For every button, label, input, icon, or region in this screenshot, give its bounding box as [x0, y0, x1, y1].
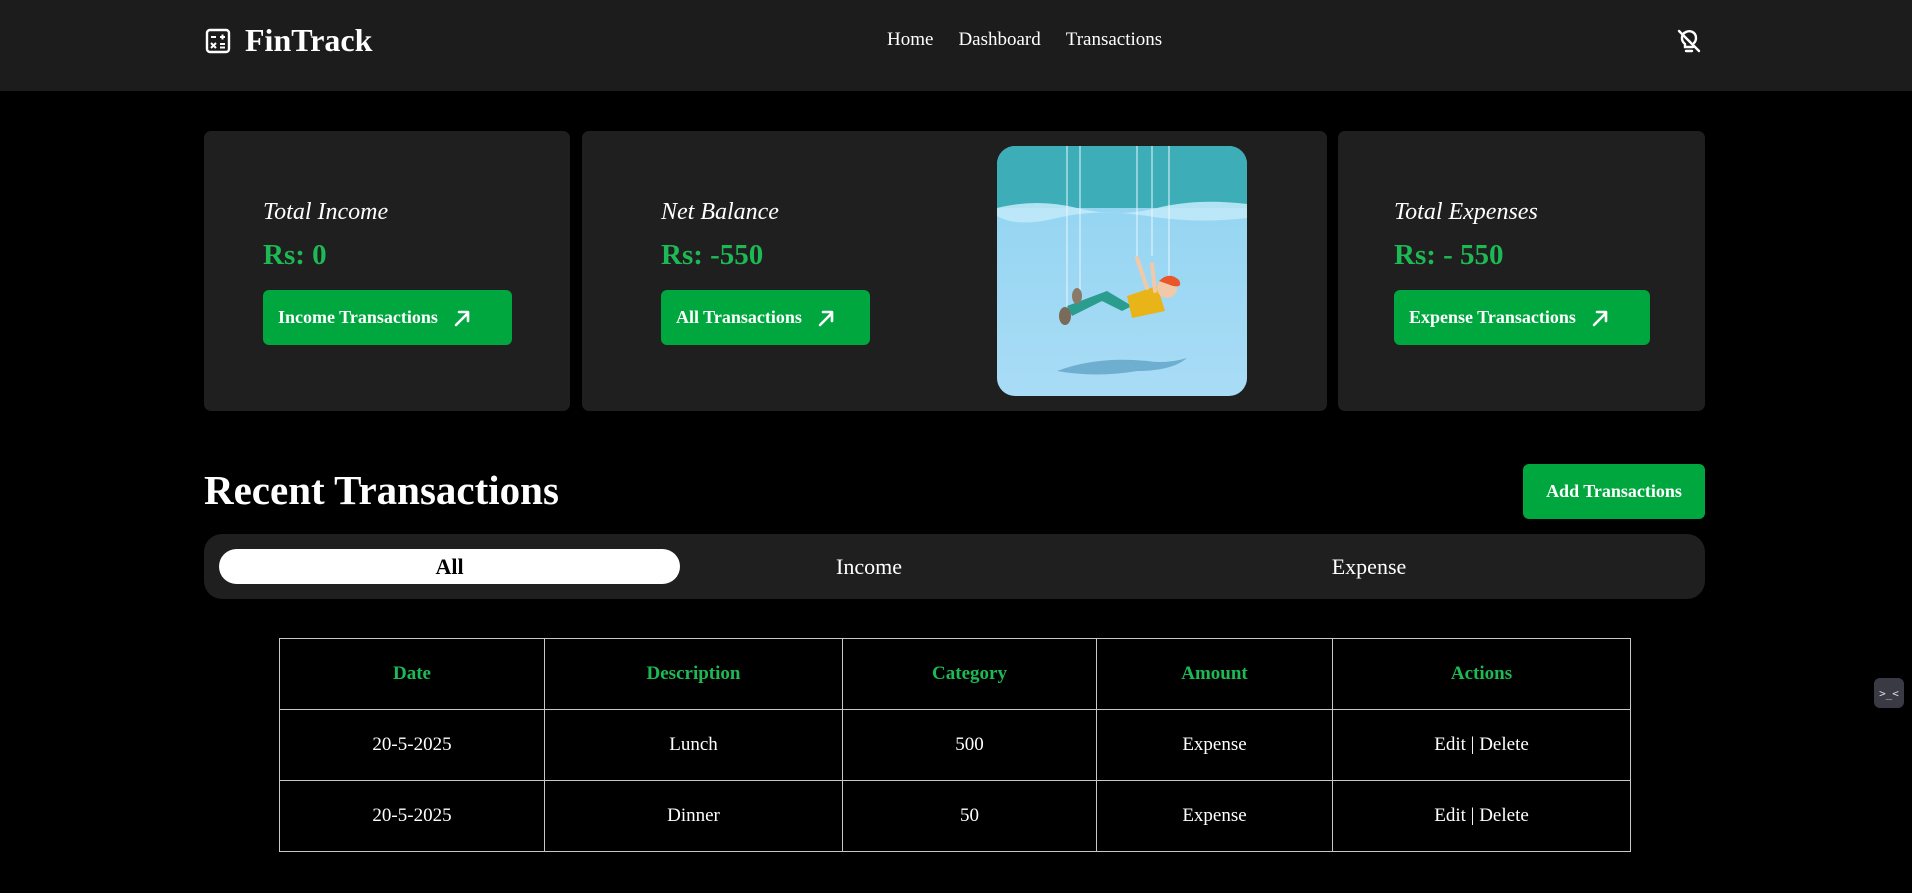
- tab-expense[interactable]: Expense: [1244, 549, 1494, 584]
- edit-link[interactable]: Edit: [1434, 805, 1466, 826]
- column-header-description: Description: [544, 638, 843, 710]
- arrow-up-right-icon: [1592, 310, 1608, 326]
- cell-amount: Expense: [1096, 780, 1333, 852]
- column-header-date: Date: [279, 638, 545, 710]
- person-falling-underwater-illustration: [997, 146, 1247, 396]
- column-header-actions: Actions: [1332, 638, 1631, 710]
- cell-description: Dinner: [544, 780, 843, 852]
- tab-all[interactable]: All: [219, 549, 680, 584]
- tab-income[interactable]: Income: [749, 549, 989, 584]
- all-transactions-button[interactable]: All Transactions: [661, 290, 870, 345]
- table-row: 20-5-2025 Lunch 500 Expense Edit | Delet…: [279, 709, 1631, 781]
- edit-link[interactable]: Edit: [1434, 734, 1466, 755]
- nav-links: Home Dashboard Transactions: [887, 29, 1162, 51]
- cell-category: 50: [842, 780, 1097, 852]
- cell-date: 20-5-2025: [279, 780, 545, 852]
- calculator-icon: [205, 28, 231, 53]
- expense-transactions-button[interactable]: Expense Transactions: [1394, 290, 1650, 345]
- cell-actions: Edit | Delete: [1332, 709, 1631, 781]
- action-separator: |: [1470, 734, 1475, 755]
- income-transactions-label: Income Transactions: [278, 307, 438, 327]
- total-expenses-title: Total Expenses: [1394, 199, 1538, 225]
- lightbulb-off-icon[interactable]: [1675, 27, 1703, 55]
- column-header-amount: Amount: [1096, 638, 1333, 710]
- brand[interactable]: FinTrack: [205, 22, 372, 59]
- transactions-table-wrapper: Date Description Category Amount Actions…: [279, 638, 1631, 852]
- all-transactions-label: All Transactions: [676, 307, 802, 327]
- column-header-category: Category: [842, 638, 1097, 710]
- recent-transactions-title: Recent Transactions: [204, 467, 559, 513]
- expense-transactions-label: Expense Transactions: [1409, 307, 1576, 327]
- nav-link-home[interactable]: Home: [887, 29, 933, 51]
- cell-description: Lunch: [544, 709, 843, 781]
- add-transactions-button[interactable]: Add Transactions: [1523, 464, 1705, 519]
- table-header-row: Date Description Category Amount Actions: [279, 638, 1631, 710]
- cell-category: 500: [842, 709, 1097, 781]
- cell-amount: Expense: [1096, 709, 1333, 781]
- transactions-table: Date Description Category Amount Actions…: [279, 638, 1631, 852]
- cell-actions: Edit | Delete: [1332, 780, 1631, 852]
- total-income-card: Total Income Rs: 0 Income Transactions: [204, 131, 570, 411]
- table-row: 20-5-2025 Dinner 50 Expense Edit | Delet…: [279, 780, 1631, 852]
- total-income-value: Rs: 0: [263, 239, 327, 271]
- arrow-up-right-icon: [454, 310, 470, 326]
- brand-name: FinTrack: [245, 22, 373, 58]
- floating-widget-button[interactable]: >_<: [1874, 678, 1904, 708]
- total-income-title: Total Income: [263, 199, 389, 225]
- nav-link-dashboard[interactable]: Dashboard: [958, 29, 1040, 51]
- delete-link[interactable]: Delete: [1479, 734, 1529, 755]
- arrow-up-right-icon: [818, 310, 834, 326]
- action-separator: |: [1470, 805, 1475, 826]
- delete-link[interactable]: Delete: [1479, 805, 1529, 826]
- net-balance-title: Net Balance: [661, 199, 779, 225]
- net-balance-card: Net Balance Rs: -550 All Transactions: [582, 131, 1327, 411]
- cell-date: 20-5-2025: [279, 709, 545, 781]
- total-expenses-card: Total Expenses Rs: - 550 Expense Transac…: [1338, 131, 1705, 411]
- transaction-filter-tabs: All Income Expense: [204, 534, 1705, 599]
- navbar: FinTrack Home Dashboard Transactions: [0, 0, 1912, 91]
- income-transactions-button[interactable]: Income Transactions: [263, 290, 512, 345]
- nav-link-transactions[interactable]: Transactions: [1066, 29, 1162, 51]
- net-balance-value: Rs: -550: [661, 239, 764, 271]
- total-expenses-value: Rs: - 550: [1394, 239, 1504, 271]
